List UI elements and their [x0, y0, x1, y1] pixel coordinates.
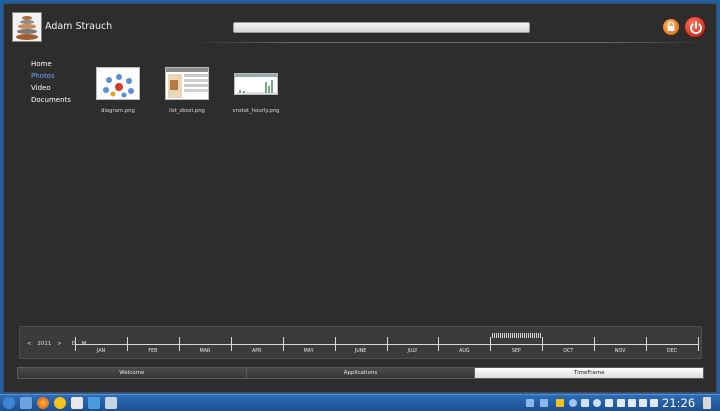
header-divider [189, 42, 709, 43]
timeline-month-label[interactable]: MAY [283, 349, 335, 354]
timeline-tick [698, 337, 699, 351]
nav-item-home[interactable]: Home [31, 58, 71, 70]
timeline-month-label[interactable]: APR [231, 349, 283, 354]
timeline-prev-button[interactable]: < [27, 341, 32, 347]
device-icon[interactable] [605, 399, 613, 407]
taskbar: 21:26 [0, 394, 720, 411]
user-name: Adam Strauch [45, 21, 113, 32]
desktop: Adam Strauch Home Photos Video Documents [0, 0, 720, 411]
timeline-month-label[interactable]: SEP [490, 349, 542, 354]
folder-icon[interactable] [540, 399, 548, 407]
file-item[interactable]: diagram.png [88, 67, 148, 114]
timeline-month-label[interactable]: MAR [179, 349, 231, 354]
timeline-month-label[interactable]: JULY [387, 349, 439, 354]
user-avatar[interactable] [12, 12, 42, 42]
bottom-tab-bar: Welcome Applications TimeFrame [17, 367, 704, 379]
lock-icon [667, 21, 675, 31]
nav-item-photos[interactable]: Photos [31, 70, 71, 82]
timeline-next-button[interactable]: > [57, 341, 62, 347]
search-input[interactable] [233, 22, 530, 33]
timeline-month-label[interactable]: OCT [542, 349, 594, 354]
application-window: Adam Strauch Home Photos Video Documents [3, 3, 717, 393]
media-player-icon[interactable] [88, 397, 100, 409]
firefox-icon[interactable] [37, 397, 49, 409]
weather-icon[interactable] [593, 399, 601, 407]
timeline-month-label[interactable]: DEC [646, 349, 698, 354]
file-thumbnail [165, 67, 209, 100]
file-name: vnstat_hourly.png [232, 108, 280, 114]
file-thumbnail [96, 67, 140, 100]
volume-icon[interactable] [639, 399, 647, 407]
terminal-icon[interactable] [105, 397, 117, 409]
file-manager-icon[interactable] [20, 397, 32, 409]
file-item[interactable]: vnstat_hourly.png [226, 67, 286, 114]
mail-icon[interactable] [71, 397, 83, 409]
chat-icon[interactable] [54, 397, 66, 409]
kde-menu-icon[interactable] [3, 397, 15, 409]
lock-button[interactable] [663, 19, 679, 35]
file-name: diagram.png [101, 108, 135, 114]
battery-icon[interactable] [650, 399, 658, 407]
timeline-month-label[interactable]: AUG [438, 349, 490, 354]
timeline-month-label[interactable]: JAN [75, 349, 127, 354]
sidebar-nav: Home Photos Video Documents [31, 58, 71, 106]
timeline-month-label[interactable]: JUNE [335, 349, 387, 354]
notes-icon[interactable] [556, 399, 564, 407]
timeline-event-marker[interactable] [492, 333, 542, 338]
tools-icon[interactable] [617, 399, 625, 407]
file-item[interactable]: list_zbozi.png [157, 67, 217, 114]
trash-icon[interactable] [703, 397, 711, 409]
timeline-month-label[interactable]: FEB [127, 349, 179, 354]
info-icon[interactable] [569, 399, 577, 407]
timeline-panel: < 2011 > D M JANFEBMARAPRMAYJUNEJULYAUGS… [19, 326, 702, 359]
file-name: list_zbozi.png [169, 108, 205, 114]
power-icon [690, 21, 702, 34]
nav-item-video[interactable]: Video [31, 82, 71, 94]
timeline-month-label[interactable]: NOV [594, 349, 646, 354]
power-button[interactable] [684, 16, 706, 38]
file-thumbnail [234, 73, 278, 95]
image-icon[interactable] [581, 399, 589, 407]
tab-timeframe[interactable]: TimeFrame [475, 368, 704, 378]
timeline-year: 2011 [37, 341, 52, 347]
tab-welcome[interactable]: Welcome [18, 368, 247, 378]
network-icon[interactable] [628, 399, 636, 407]
tab-applications[interactable]: Applications [246, 368, 476, 378]
clock[interactable]: 21:26 [662, 395, 695, 411]
folder-icon[interactable] [526, 399, 534, 407]
nav-item-documents[interactable]: Documents [31, 94, 71, 106]
